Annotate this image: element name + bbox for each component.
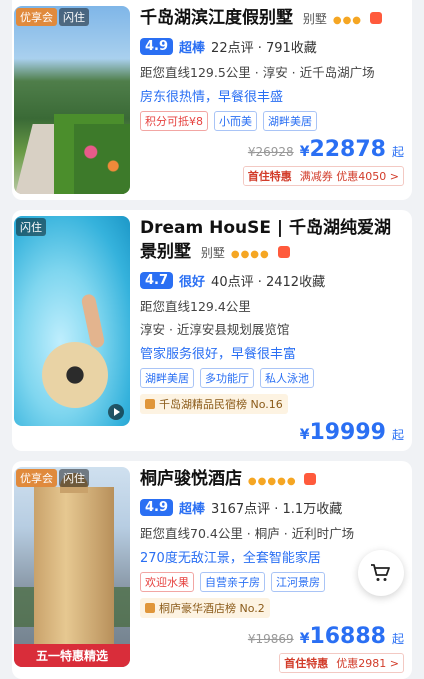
price-row: ¥26928 ¥22878 起 [140,137,404,162]
price-row: ¥19999 起 [140,420,404,445]
feature-chip: 小而美 [214,111,257,131]
hot-badge-icon [369,12,382,24]
hot-badge-icon [277,246,290,258]
price-suffix: 起 [391,145,404,159]
promo-badge[interactable]: 首住特惠 优惠2981 > [279,653,404,673]
rating-row: 4.9 超棒 22点评 · 791收藏 [140,37,404,56]
promo-banner: 五一特惠精选 [14,644,130,667]
hotel-info: Dream HouSE | 千岛湖纯爱湖景别墅 别墅 ●●●● 4.7 很好 4… [130,216,412,445]
promo-row: 首住特惠 优惠2981 > [140,653,404,673]
price-suffix: 起 [391,632,404,646]
feature-chip: 多功能厅 [200,368,254,388]
photo-leg [80,293,106,349]
score-label: 超棒 [179,41,206,56]
shopping-cart-icon [371,564,390,581]
photo-tower [34,473,114,667]
distance-text: 距您直线129.4公里 [140,299,251,314]
review-highlight: 管家服务很好，早餐很丰富 [140,347,297,362]
promo-text: 满减券 优惠4050 > [299,170,399,183]
trophy-icon [145,603,155,613]
star-rating-icon: ●●●● [230,249,270,260]
price-suffix: 起 [391,428,404,442]
distance-text: 距您直线70.4公里 · 桐庐 · 近利时广场 [140,526,355,541]
price-value: 22878 [309,137,386,162]
rating-row: 4.9 超棒 3167点评 · 1.1万收藏 [140,498,404,517]
photo-hat [42,342,108,408]
score-badge: 4.9 [140,499,174,516]
feature-chip: 湖畔美居 [263,111,317,131]
review-count: 40点评 · 2412收藏 [211,275,326,290]
current-price: ¥19999 [300,420,386,445]
price-row: ¥19869 ¥16888 起 [140,624,404,649]
photo-tags: 优享会 闪住 [16,8,89,26]
hotel-type: 别墅 [200,246,225,260]
video-play-icon[interactable] [108,404,124,420]
hotel-name: 桐庐骏悦酒店 [140,469,242,489]
feature-chip: 欢迎水果 [140,572,194,592]
location-text: 淳安 · 近淳安县规划展览馆 [140,322,290,337]
points-chip: 积分可抵¥8 [140,111,208,131]
hotel-card[interactable]: 优享会 闪住 五一特惠精选 桐庐骏悦酒店 ●●●●● 4.9 超棒 3167点评… [12,461,412,679]
hotel-type: 别墅 [302,12,327,26]
trophy-icon [145,399,155,409]
ranking-badge[interactable]: 桐庐豪华酒店榜 No.2 [140,598,270,618]
feature-chip: 自营亲子房 [200,572,265,592]
hot-badge-icon [304,473,317,485]
current-price: ¥16888 [300,624,386,649]
ranking-badge[interactable]: 千岛湖精品民宿榜 No.16 [140,394,288,414]
review-count: 22点评 · 791收藏 [211,41,317,56]
hotel-title[interactable]: Dream HouSE | 千岛湖纯爱湖景别墅 别墅 ●●●● [140,216,404,267]
promo-badge[interactable]: 首住特惠 满减券 优惠4050 > [242,166,404,186]
promo-brand: 首住特惠 [243,167,296,185]
price-value: 19999 [309,420,386,445]
feature-chip: 江河景房 [271,572,325,592]
hotel-info: 千岛湖滨江度假别墅 别墅 ●●● 4.9 超棒 22点评 · 791收藏 距您直… [130,6,412,194]
hotel-title[interactable]: 桐庐骏悦酒店 ●●●●● [140,467,404,494]
vip-tag: 优享会 [16,469,57,487]
distance-text: 距您直线129.5公里 · 淳安 · 近千岛湖广场 [140,65,375,80]
currency-symbol: ¥ [299,144,310,160]
score-label: 很好 [179,275,206,290]
ranking-text: 桐庐豪华酒店榜 No.2 [159,602,265,615]
hotel-name: 千岛湖滨江度假别墅 [140,8,293,28]
photo-tags: 闪住 [16,218,46,236]
star-rating-icon: ●●● [332,15,363,26]
price-value: 16888 [309,624,386,649]
diamond-rating-icon: ●●●●● [247,476,297,487]
score-badge: 4.9 [140,38,174,55]
score-badge: 4.7 [140,272,174,289]
promo-text: 优惠2981 > [336,657,399,670]
feature-chip: 私人泳池 [260,368,314,388]
hotel-photo[interactable]: 优享会 闪住 五一特惠精选 [14,467,130,667]
rating-row: 4.7 很好 40点评 · 2412收藏 [140,271,404,290]
flash-stay-tag: 闪住 [59,469,89,487]
feature-chips: 积分可抵¥8 小而美 湖畔美居 [140,111,404,131]
current-price: ¥22878 [300,137,386,162]
flash-stay-tag: 闪住 [59,8,89,26]
ranking-text: 千岛湖精品民宿榜 No.16 [159,398,283,411]
promo-row: 首住特惠 满减券 优惠4050 > [140,166,404,186]
promo-brand: 首住特惠 [280,654,333,672]
review-highlight: 房东很热情，早餐很丰盛 [140,90,284,105]
hotel-card[interactable]: 优享会 闪住 千岛湖滨江度假别墅 别墅 ●●● 4.9 超棒 22点评 · 79… [12,0,412,200]
photo-flowers [74,124,130,194]
review-count: 3167点评 · 1.1万收藏 [211,502,343,517]
flash-stay-tag: 闪住 [16,218,46,236]
hotel-title[interactable]: 千岛湖滨江度假别墅 别墅 ●●● [140,6,404,33]
feature-chip: 湖畔美居 [140,368,194,388]
score-label: 超棒 [179,502,206,517]
currency-symbol: ¥ [299,427,310,443]
original-price: ¥19869 [247,632,294,646]
shopping-cart-button[interactable] [358,550,404,596]
hotel-photo[interactable]: 优享会 闪住 [14,6,130,194]
vip-tag: 优享会 [16,8,57,26]
photo-tags: 优享会 闪住 [16,469,89,487]
hotel-photo[interactable]: 闪住 [14,216,130,426]
hotel-card[interactable]: 闪住 Dream HouSE | 千岛湖纯爱湖景别墅 别墅 ●●●● 4.7 很… [12,210,412,451]
feature-chips: 湖畔美居 多功能厅 私人泳池 [140,368,404,388]
currency-symbol: ¥ [299,631,310,647]
original-price: ¥26928 [247,145,294,159]
